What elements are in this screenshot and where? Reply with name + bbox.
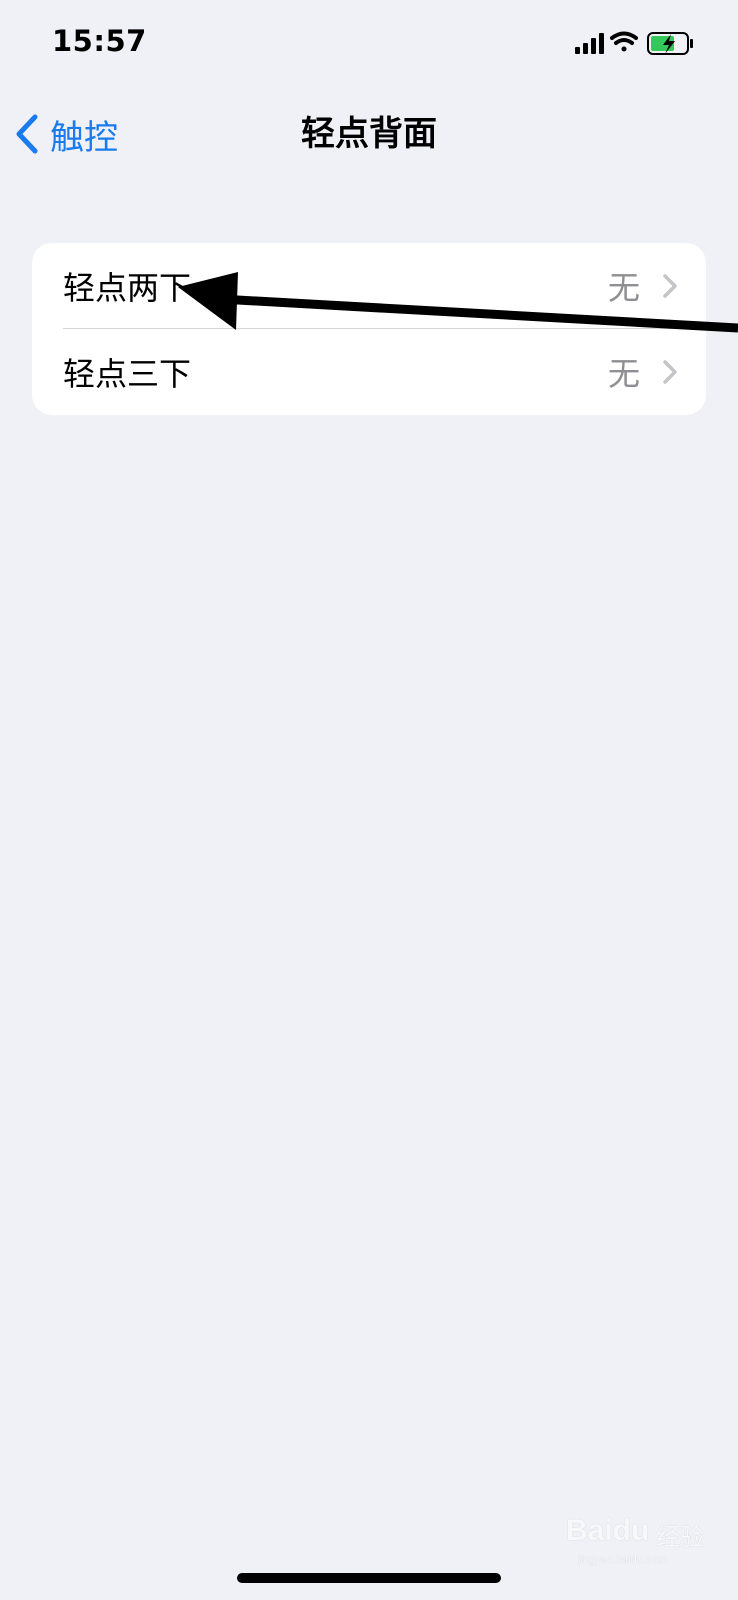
- page-title: 轻点背面: [301, 114, 437, 154]
- settings-row-double-tap[interactable]: 轻点两下 无: [32, 243, 706, 329]
- row-value: 无: [607, 355, 640, 393]
- chevron-right-icon: [663, 360, 677, 384]
- status-icons: [575, 31, 693, 55]
- row-label: 轻点两下: [63, 269, 192, 307]
- wifi-icon: [610, 31, 638, 52]
- row-value: 无: [607, 269, 640, 307]
- watermark-url: jingyan.baidu.com: [578, 1554, 667, 1566]
- home-indicator[interactable]: [237, 1573, 501, 1583]
- navigation-bar: 触控 轻点背面: [0, 96, 738, 186]
- battery-charging-icon: [647, 32, 693, 55]
- status-time: 15:57: [52, 24, 147, 58]
- chevron-right-icon: [663, 274, 677, 298]
- settings-group: 轻点两下 无 轻点三下 无: [32, 243, 706, 415]
- signal-icon: [575, 33, 604, 54]
- watermark-brand-cn: 经验: [656, 1523, 704, 1551]
- watermark-brand: Baidu: [566, 1514, 650, 1547]
- watermark-logo: Baidu 经验 jingyan.baidu.com: [560, 1500, 710, 1570]
- row-label: 轻点三下: [63, 355, 192, 393]
- settings-row-triple-tap[interactable]: 轻点三下 无: [32, 329, 706, 415]
- status-bar: 15:57: [0, 0, 738, 96]
